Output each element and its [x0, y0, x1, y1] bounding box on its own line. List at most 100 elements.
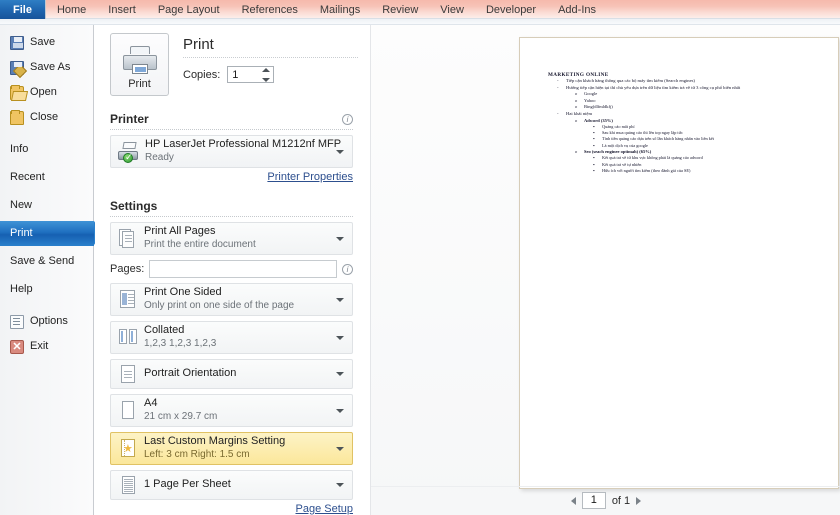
sidebar-item-save-as[interactable]: Save As — [0, 55, 93, 80]
chevron-down-icon[interactable] — [262, 78, 270, 82]
chevron-down-icon[interactable] — [336, 150, 344, 154]
ribbon-tabs: File Home Insert Page Layout References … — [0, 0, 840, 19]
chevron-down-icon[interactable] — [336, 237, 344, 241]
page-setup-link[interactable]: Page Setup — [296, 503, 354, 515]
current-page-input[interactable]: 1 — [582, 492, 606, 509]
page-setup-row: Page Setup — [110, 503, 353, 515]
sidebar-item-new[interactable]: New — [0, 193, 93, 218]
setting-text: Print One Sided Only print on one side o… — [144, 286, 294, 312]
nav-divider-2 — [0, 302, 93, 309]
sidebar-item-print[interactable]: Print — [0, 221, 94, 246]
setting-duplex[interactable]: Print One Sided Only print on one side o… — [110, 283, 353, 316]
tab-insert[interactable]: Insert — [97, 0, 147, 19]
sidebar-item-label: Info — [10, 144, 28, 155]
sidebar-item-label: Close — [30, 112, 58, 123]
sidebar-item-close[interactable]: Close — [0, 105, 93, 130]
sidebar-item-save[interactable]: Save — [0, 30, 93, 55]
word-print-backstage-window: File Home Insert Page Layout References … — [0, 0, 840, 515]
setting-main-label: A4 — [144, 397, 217, 411]
chevron-down-icon[interactable] — [336, 483, 344, 487]
page-count-label: of 1 — [612, 495, 630, 507]
print-heading-block: Print Copies: — [169, 33, 358, 96]
printer-icon — [123, 46, 157, 74]
tab-review[interactable]: Review — [371, 0, 429, 19]
copies-label: Copies: — [183, 69, 220, 81]
chevron-down-icon[interactable] — [336, 447, 344, 451]
close-folder-icon — [10, 111, 24, 125]
chevron-down-icon[interactable] — [336, 409, 344, 413]
setting-main-label: Portrait Orientation — [144, 367, 236, 381]
pages-info-icon[interactable]: i — [342, 264, 353, 275]
copies-row: Copies: — [183, 66, 358, 83]
document-line: -Hướng tiếp cận hiện tại thì chủ yếu dựa… — [557, 85, 820, 92]
document-line-text: Tiếp cận khách hàng thông qua các bộ máy… — [566, 78, 695, 85]
setting-collation[interactable]: Collated 1,2,3 1,2,3 1,2,3 — [110, 321, 353, 354]
setting-main-label: Print One Sided — [144, 286, 294, 300]
tab-references[interactable]: References — [231, 0, 309, 19]
printer-properties-row: Printer Properties — [110, 171, 353, 183]
setting-orientation[interactable]: Portrait Orientation — [110, 359, 353, 389]
list-bullet: o — [575, 118, 584, 125]
portrait-icon — [119, 364, 137, 385]
sidebar-item-open[interactable]: Open — [0, 80, 93, 105]
pages-row: Pages: i — [110, 260, 353, 278]
preview-footer-divider — [371, 486, 840, 487]
settings-section-rule — [110, 216, 353, 217]
chevron-down-icon[interactable] — [336, 298, 344, 302]
tab-file[interactable]: File — [0, 0, 46, 19]
sidebar-item-info[interactable]: Info — [0, 137, 93, 162]
copies-input[interactable] — [228, 67, 258, 82]
setting-pages-per-sheet[interactable]: 1 Page Per Sheet — [110, 470, 353, 500]
setting-sub-label: Print the entire document — [144, 239, 256, 252]
copies-stepper[interactable] — [227, 66, 274, 83]
setting-text: A4 21 cm x 29.7 cm — [144, 397, 217, 423]
sidebar-item-exit[interactable]: ✕ Exit — [0, 334, 93, 359]
list-bullet: - — [557, 78, 566, 85]
printer-status: Ready — [145, 152, 341, 165]
pages-input[interactable] — [149, 260, 337, 278]
setting-sub-label: Only print on one side of the page — [144, 300, 294, 313]
printer-device-icon — [118, 141, 140, 163]
print-button[interactable]: Print — [110, 33, 169, 96]
printer-properties-link[interactable]: Printer Properties — [267, 171, 353, 183]
spinner-arrows[interactable] — [262, 68, 271, 82]
setting-text: Portrait Orientation — [144, 367, 236, 381]
setting-margins[interactable]: ★ Last Custom Margins Setting Left: 3 cm… — [110, 432, 353, 465]
setting-paper-size[interactable]: A4 21 cm x 29.7 cm — [110, 394, 353, 427]
sidebar-item-recent[interactable]: Recent — [0, 165, 93, 190]
document-preview-page[interactable]: MARKETING ONLINE -Tiếp cận khách hàng th… — [519, 37, 839, 489]
setting-main-label: Collated — [144, 324, 216, 338]
pages-per-sheet-icon — [119, 475, 137, 496]
exit-icon: ✕ — [10, 340, 24, 354]
sidebar-item-label: Open — [30, 87, 57, 98]
sidebar-item-label: Print — [10, 228, 33, 239]
sidebar-item-options[interactable]: Options — [0, 309, 93, 334]
sidebar-item-label: Save & Send — [10, 256, 74, 267]
tab-page-layout[interactable]: Page Layout — [147, 0, 231, 19]
printer-info-icon[interactable]: i — [342, 114, 353, 125]
tab-mailings[interactable]: Mailings — [309, 0, 371, 19]
chevron-down-icon[interactable] — [336, 336, 344, 340]
sidebar-item-save-and-send[interactable]: Save & Send — [0, 249, 93, 274]
sidebar-item-help[interactable]: Help — [0, 277, 93, 302]
setting-main-label: Last Custom Margins Setting — [144, 435, 285, 449]
sidebar-item-label: Recent — [10, 172, 45, 183]
tab-view[interactable]: View — [429, 0, 475, 19]
tab-developer[interactable]: Developer — [475, 0, 547, 19]
next-page-icon[interactable] — [636, 497, 641, 505]
setting-print-range[interactable]: Print All Pages Print the entire documen… — [110, 222, 353, 255]
setting-sub-label: Left: 3 cm Right: 1.5 cm — [144, 449, 285, 462]
printer-select[interactable]: HP LaserJet Professional M1212nf MFP Rea… — [110, 135, 353, 168]
sidebar-item-label: Save — [30, 37, 55, 48]
chevron-up-icon[interactable] — [262, 68, 270, 72]
document-content: MARKETING ONLINE -Tiếp cận khách hàng th… — [520, 38, 838, 174]
tab-home[interactable]: Home — [46, 0, 97, 19]
print-button-label: Print — [128, 78, 151, 90]
tab-add-ins[interactable]: Add-Ins — [547, 0, 607, 19]
previous-page-icon[interactable] — [571, 497, 576, 505]
setting-main-label: Print All Pages — [144, 225, 256, 239]
document-line: -Hai khái niệm — [557, 111, 820, 118]
chevron-down-icon[interactable] — [336, 372, 344, 376]
setting-text: Print All Pages Print the entire documen… — [144, 225, 256, 251]
settings-section-title: Settings — [110, 199, 157, 213]
